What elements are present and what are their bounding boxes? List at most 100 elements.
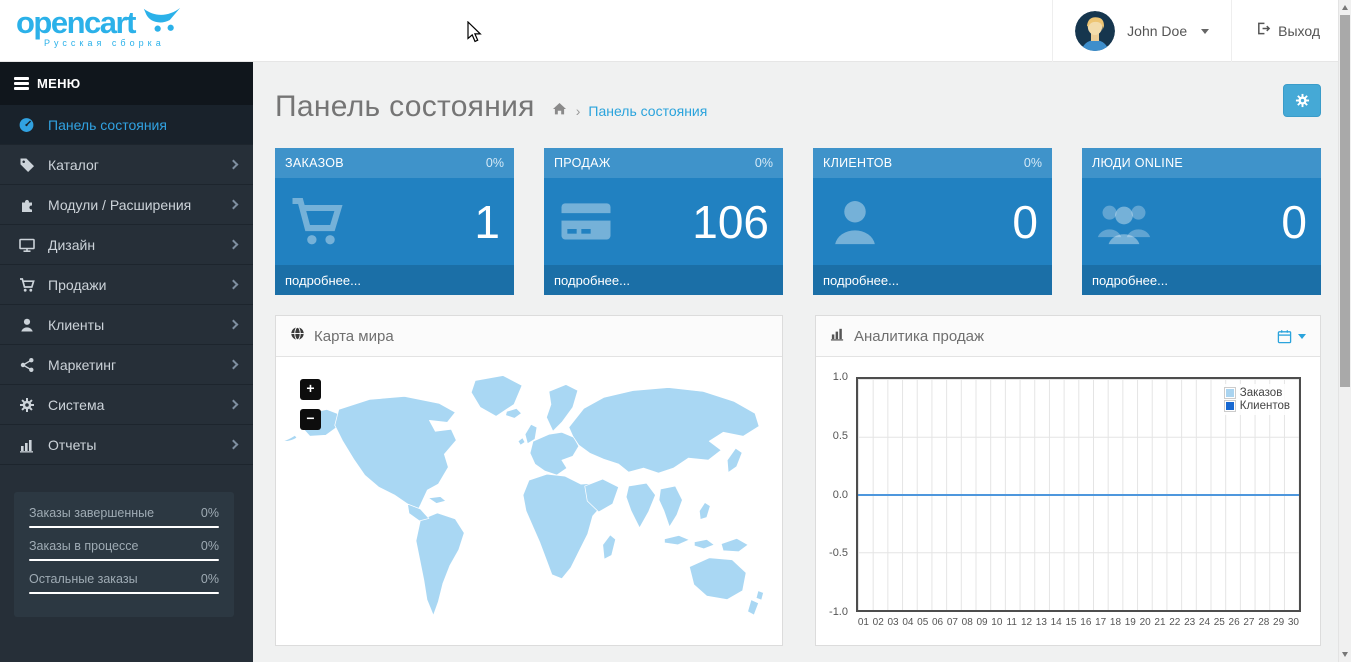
tile-details-link[interactable]: подробнее...: [1092, 273, 1168, 288]
tile-percent: 0%: [485, 156, 504, 170]
world-map-svg: [281, 375, 764, 616]
sidebar-item-label: Каталог: [48, 156, 99, 173]
logo-subtitle: Русская сборка: [44, 38, 165, 48]
tile-customers: КЛИЕНТОВ 0% 0 подробнее...: [813, 148, 1052, 295]
x-tick-label: 11: [1006, 617, 1017, 628]
cart-icon: [289, 194, 345, 250]
menu-toggle[interactable]: МЕНЮ: [0, 62, 253, 105]
sidebar-item-marketing[interactable]: Маркетинг: [0, 345, 253, 385]
x-tick-label: 13: [1035, 617, 1047, 628]
x-tick-label: 21: [1154, 617, 1166, 628]
chart-legend: Заказов Клиентов: [1219, 384, 1294, 415]
tile-details-link[interactable]: подробнее...: [285, 273, 361, 288]
cart-swoosh-icon: [141, 7, 183, 38]
sidebar: МЕНЮ Панель состояния Каталог Модули / Р…: [0, 62, 253, 662]
page-scrollbar[interactable]: [1338, 0, 1351, 662]
opencart-logo[interactable]: opencart Русская сборка: [16, 7, 216, 48]
breadcrumb: › Панель состояния: [551, 101, 707, 122]
sidebar-item-customers[interactable]: Клиенты: [0, 305, 253, 345]
stat-value: 0%: [200, 539, 219, 553]
x-tick-label: 10: [991, 617, 1003, 628]
x-tick-label: 25: [1213, 617, 1225, 628]
y-axis: 1.0 0.5 0.0 -0.5 -1.0: [816, 371, 850, 618]
bar-chart-icon: [18, 436, 35, 453]
x-tick-label: 02: [872, 617, 884, 628]
user-menu[interactable]: John Doe: [1052, 0, 1233, 62]
sidebar-item-label: Дизайн: [48, 236, 96, 253]
tile-percent: 0%: [754, 156, 773, 170]
progress-bar: [29, 559, 219, 561]
date-range-button[interactable]: [1277, 329, 1306, 344]
sidebar-item-sales[interactable]: Продажи: [0, 265, 253, 305]
legend-swatch-customers: [1223, 400, 1236, 412]
gear-icon: [18, 396, 35, 413]
sidebar-item-dashboard[interactable]: Панель состояния: [0, 105, 253, 145]
x-axis: 01 02 03 04 05 06 07 08 09 10 11 12 13 14 15 16 17 18 19 20…: [856, 617, 1301, 628]
sidebar-item-design[interactable]: Дизайн: [0, 225, 253, 265]
x-tick-label: 16: [1080, 617, 1092, 628]
y-tick-label: 0.5: [832, 429, 848, 442]
y-tick-label: 1.0: [832, 371, 848, 383]
tile-value: 0: [1012, 195, 1038, 248]
panel-title: Аналитика продаж: [854, 327, 985, 345]
tile-value: 106: [692, 195, 769, 248]
sidebar-item-label: Клиенты: [48, 316, 105, 333]
legend-label: Заказов: [1239, 387, 1283, 399]
chevron-right-icon: [228, 439, 239, 450]
scrollbar-down-arrow[interactable]: [1342, 652, 1348, 657]
opencart-admin-dashboard: opencart Русская сборка John Doe Выход М…: [0, 0, 1351, 662]
chevron-right-icon: [228, 399, 239, 410]
sales-analytics-panel: Аналитика продаж 1.0 0.5 0.0 -0.5 -1.0 Зака: [815, 315, 1321, 646]
sidebar-item-modules[interactable]: Модули / Расширения: [0, 185, 253, 225]
share-icon: [18, 356, 35, 373]
settings-button[interactable]: [1283, 84, 1321, 117]
tile-value: 1: [474, 195, 500, 248]
chart-zero-value-line: [858, 493, 1299, 496]
chart-plot-area[interactable]: Заказов Клиентов: [856, 377, 1301, 612]
tile-details-link[interactable]: подробнее...: [554, 273, 630, 288]
progress-bar: [29, 592, 219, 594]
x-tick-label: 06: [931, 617, 944, 628]
tile-percent: 0%: [1023, 156, 1042, 170]
user-name: John Doe: [1127, 23, 1188, 39]
sidebar-item-label: Модули / Расширения: [48, 196, 192, 213]
logo-text: opencart: [16, 5, 136, 40]
puzzle-icon: [18, 196, 35, 213]
logout-label: Выход: [1278, 23, 1320, 39]
menu-label: МЕНЮ: [37, 76, 81, 91]
tile-title: ЛЮДИ ONLINE: [1092, 156, 1184, 170]
logout-button[interactable]: Выход: [1232, 0, 1338, 62]
y-tick-label: -0.5: [829, 547, 848, 560]
chevron-right-icon: [228, 199, 239, 210]
sidebar-item-system[interactable]: Система: [0, 385, 253, 425]
stat-label: Заказы в процессе: [29, 539, 139, 553]
tile-details-link[interactable]: подробнее...: [823, 273, 899, 288]
sidebar-item-catalog[interactable]: Каталог: [0, 145, 253, 185]
x-tick-label: 07: [946, 617, 958, 628]
scrollbar-thumb[interactable]: [1340, 15, 1350, 387]
chevron-right-icon: [228, 159, 239, 170]
x-tick-label: 27: [1243, 617, 1255, 628]
x-tick-label: 23: [1184, 617, 1196, 628]
chevron-down-icon: [1201, 28, 1210, 34]
sidebar-item-reports[interactable]: Отчеты: [0, 425, 253, 465]
bar-chart-icon: [830, 326, 845, 346]
stat-orders-other: Остальные заказы 0%: [29, 572, 219, 594]
x-tick-label: 26: [1228, 617, 1240, 628]
main-content: Панель состояния › Панель состояния ЗАКА…: [253, 62, 1338, 662]
legend-label: Клиентов: [1239, 400, 1290, 412]
order-stats-panel: Заказы завершенные 0% Заказы в процессе …: [14, 492, 234, 617]
stat-orders-completed: Заказы завершенные 0%: [29, 506, 219, 528]
sales-chart: 1.0 0.5 0.0 -0.5 -1.0 Заказов Клиентов 0…: [816, 357, 1320, 645]
home-icon[interactable]: [551, 101, 568, 122]
sidebar-nav: Панель состояния Каталог Модули / Расшир…: [0, 105, 253, 465]
map-zoom-in-button[interactable]: +: [300, 379, 321, 400]
breadcrumb-link-dashboard[interactable]: Панель состояния: [588, 103, 707, 119]
chevron-right-icon: [228, 359, 239, 370]
scrollbar-up-arrow[interactable]: [1342, 5, 1348, 10]
tile-orders: ЗАКАЗОВ 0% 1 подробнее...: [275, 148, 514, 295]
world-map[interactable]: + −: [276, 357, 782, 645]
map-zoom-out-button[interactable]: −: [300, 409, 321, 430]
x-tick-label: 30: [1287, 617, 1299, 628]
x-tick-label: 28: [1258, 617, 1270, 628]
